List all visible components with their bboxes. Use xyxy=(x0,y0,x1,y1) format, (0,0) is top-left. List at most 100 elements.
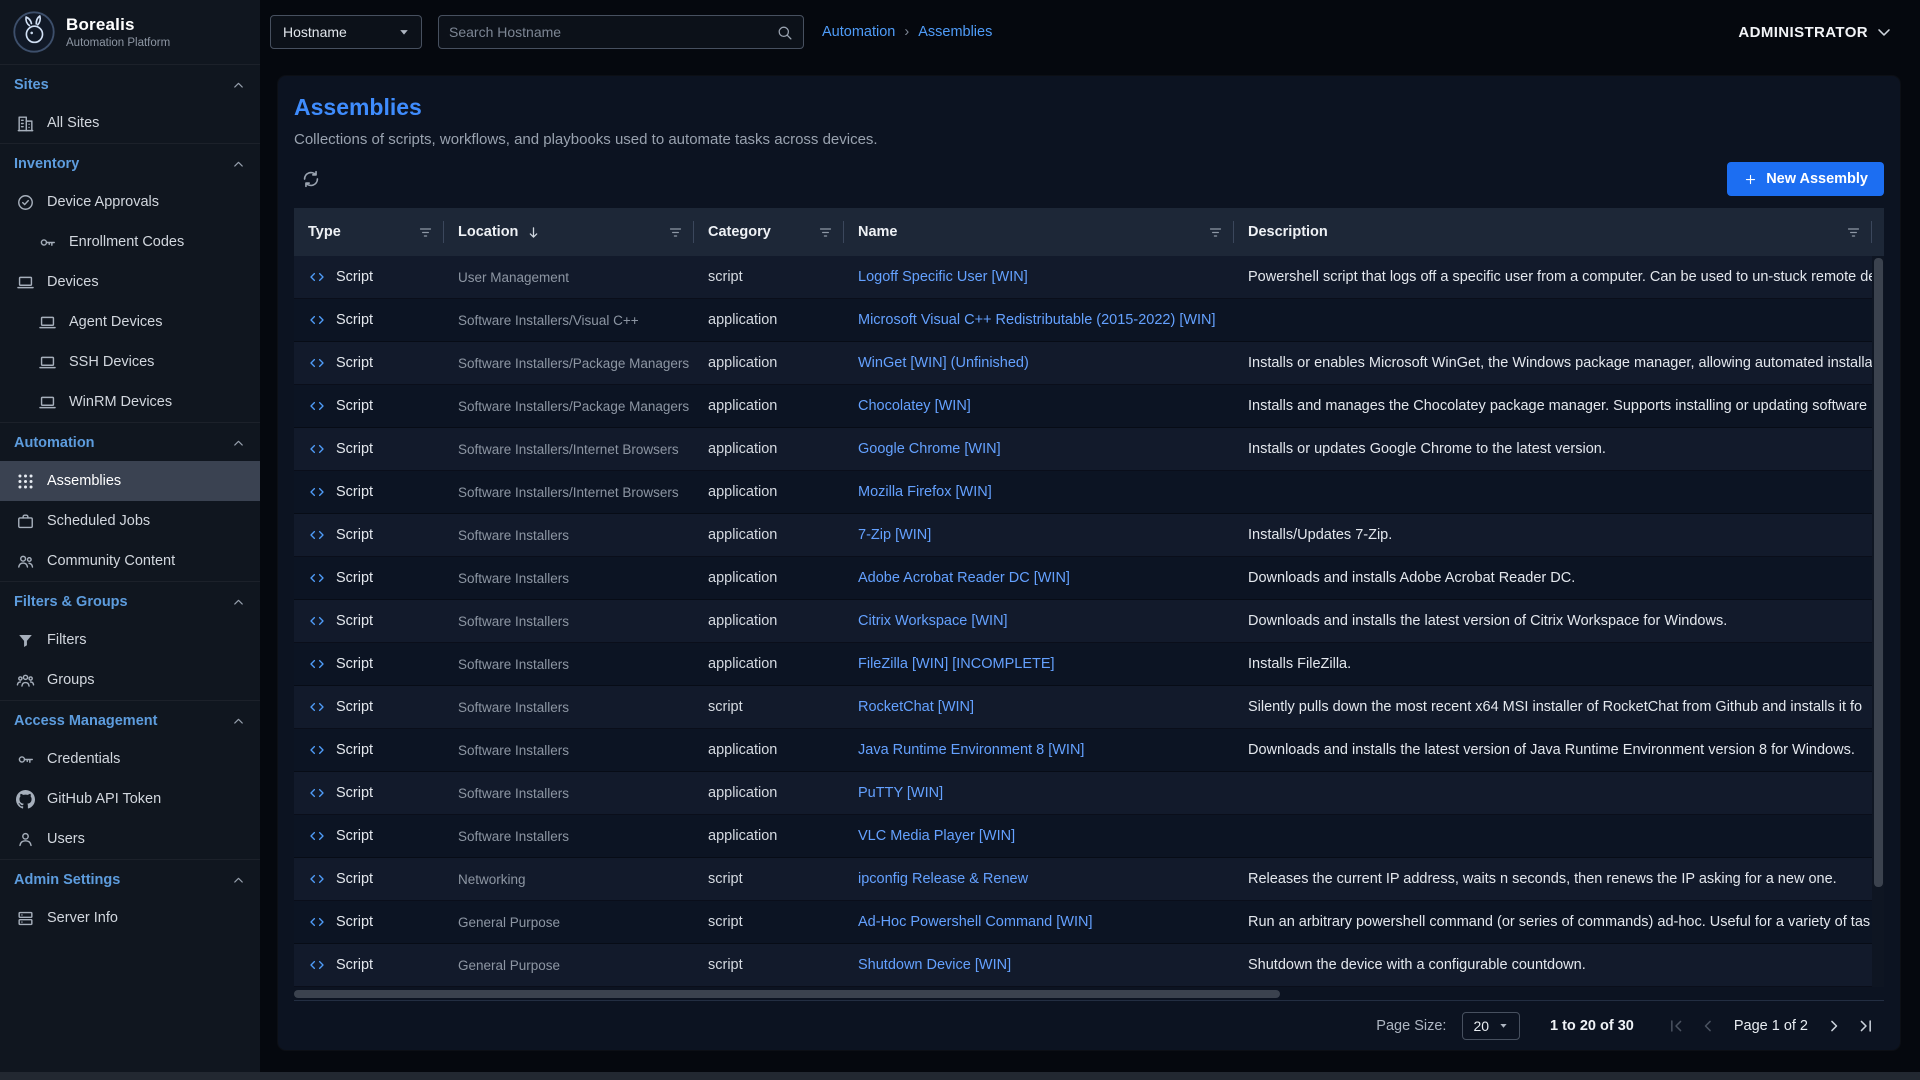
cell-description: Silently pulls down the most recent x64 … xyxy=(1234,699,1872,715)
sidebar-item-enrollment-codes[interactable]: Enrollment Codes xyxy=(0,222,260,262)
table-row[interactable]: ScriptSoftware InstallersapplicationFile… xyxy=(294,643,1872,686)
column-header-description[interactable]: Description xyxy=(1234,208,1872,256)
table-row[interactable]: ScriptSoftware Installers/Package Manage… xyxy=(294,385,1872,428)
table-row[interactable]: ScriptSoftware Installers/Internet Brows… xyxy=(294,471,1872,514)
assembly-link[interactable]: ipconfig Release & Renew xyxy=(858,871,1028,887)
sidebar-item-users[interactable]: Users xyxy=(0,819,260,859)
column-header-name[interactable]: Name xyxy=(844,208,1234,256)
table-row[interactable]: ScriptSoftware InstallersscriptRocketCha… xyxy=(294,686,1872,729)
table-row[interactable]: ScriptSoftware Installers/Internet Brows… xyxy=(294,428,1872,471)
cell-type: Script xyxy=(294,956,444,974)
assembly-link[interactable]: FileZilla [WIN] [INCOMPLETE] xyxy=(858,656,1055,672)
table-row[interactable]: ScriptSoftware InstallersapplicationCitr… xyxy=(294,600,1872,643)
sidebar-item-devices[interactable]: Devices xyxy=(0,262,260,302)
sidebar-item-credentials[interactable]: Credentials xyxy=(0,739,260,779)
prev-page-button[interactable] xyxy=(1698,1016,1718,1036)
table-row[interactable]: ScriptGeneral PurposescriptShutdown Devi… xyxy=(294,944,1872,987)
sidebar-item-ssh-devices[interactable]: SSH Devices xyxy=(0,342,260,382)
search-input[interactable] xyxy=(449,24,776,40)
sidebar-section-header-sites[interactable]: Sites xyxy=(0,65,260,103)
table-row[interactable]: ScriptUser ManagementscriptLogoff Specif… xyxy=(294,256,1872,299)
code-icon xyxy=(308,397,326,415)
user-menu[interactable]: ADMINISTRATOR xyxy=(1738,22,1894,42)
sidebar-item-assemblies[interactable]: Assemblies xyxy=(0,461,260,501)
page-size-select[interactable]: 20 xyxy=(1462,1012,1520,1040)
assembly-link[interactable]: Shutdown Device [WIN] xyxy=(858,957,1011,973)
column-label: Description xyxy=(1248,224,1328,240)
table-row[interactable]: Script Software Installers/Package Manage… xyxy=(294,342,1872,385)
table-row[interactable]: ScriptSoftware InstallersapplicationPuTT… xyxy=(294,772,1872,815)
assembly-link[interactable]: Google Chrome [WIN] xyxy=(858,441,1001,457)
sidebar-section-header-filters-groups[interactable]: Filters & Groups xyxy=(0,582,260,620)
hostname-select[interactable]: Hostname xyxy=(270,15,422,49)
assembly-link[interactable]: Citrix Workspace [WIN] xyxy=(858,613,1008,629)
column-filter-icon[interactable] xyxy=(1207,224,1224,241)
scrollbar-thumb[interactable] xyxy=(1874,258,1883,887)
sidebar-item-all-sites[interactable]: All Sites xyxy=(0,103,260,143)
cell-location: Software Installers/Package Managers xyxy=(444,356,694,371)
sidebar-section-access-management: Access ManagementCredentialsGitHub API T… xyxy=(0,700,260,859)
assembly-link[interactable]: 7-Zip [WIN] xyxy=(858,527,931,543)
sidebar-item-device-approvals[interactable]: Device Approvals xyxy=(0,182,260,222)
page-indicator: Page 1 of 2 xyxy=(1734,1018,1808,1034)
next-page-button[interactable] xyxy=(1824,1016,1844,1036)
sidebar-section-header-inventory[interactable]: Inventory xyxy=(0,144,260,182)
assembly-link[interactable]: Logoff Specific User [WIN] xyxy=(858,269,1028,285)
column-filter-icon[interactable] xyxy=(1845,224,1862,241)
assembly-link[interactable]: Ad-Hoc Powershell Command [WIN] xyxy=(858,914,1093,930)
sidebar-item-groups[interactable]: Groups xyxy=(0,660,260,700)
last-page-button[interactable] xyxy=(1856,1016,1876,1036)
sidebar-section-header-access-management[interactable]: Access Management xyxy=(0,701,260,739)
sidebar-item-github-api-token[interactable]: GitHub API Token xyxy=(0,779,260,819)
assembly-link[interactable]: Java Runtime Environment 8 [WIN] xyxy=(858,742,1084,758)
code-icon xyxy=(308,741,326,759)
scrollbar-track[interactable] xyxy=(1872,256,1884,987)
assembly-link[interactable]: VLC Media Player [WIN] xyxy=(858,828,1015,844)
table-row[interactable]: ScriptSoftware InstallersapplicationAdob… xyxy=(294,557,1872,600)
column-filter-icon[interactable] xyxy=(817,224,834,241)
sidebar-item-label: All Sites xyxy=(47,115,99,131)
table-row[interactable]: ScriptSoftware Installers/Visual C++appl… xyxy=(294,299,1872,342)
refresh-button[interactable] xyxy=(300,168,322,190)
first-page-button[interactable] xyxy=(1666,1016,1686,1036)
scrollbar-thumb[interactable] xyxy=(294,990,1280,998)
cell-name: Chocolatey [WIN] xyxy=(844,397,1234,415)
window-scrollbar[interactable] xyxy=(0,1072,1920,1080)
sidebar-item-scheduled-jobs[interactable]: Scheduled Jobs xyxy=(0,501,260,541)
column-header-location[interactable]: Location xyxy=(444,208,694,256)
table-horizontal-scrollbar[interactable] xyxy=(294,989,1884,999)
table-row[interactable]: ScriptSoftware InstallersapplicationVLC … xyxy=(294,815,1872,858)
cell-description: Installs or enables Microsoft WinGet, th… xyxy=(1234,355,1872,371)
type-label: Script xyxy=(336,355,373,371)
column-filter-icon[interactable] xyxy=(417,224,434,241)
assembly-link[interactable]: PuTTY [WIN] xyxy=(858,785,943,801)
table-body: ScriptUser ManagementscriptLogoff Specif… xyxy=(294,256,1872,987)
sidebar-item-community-content[interactable]: Community Content xyxy=(0,541,260,581)
column-header-type[interactable]: Type xyxy=(294,208,444,256)
breadcrumb-item-assemblies[interactable]: Assemblies xyxy=(918,24,992,40)
assembly-link[interactable]: WinGet [WIN] (Unfinished) xyxy=(858,355,1029,371)
breadcrumb-item-automation[interactable]: Automation xyxy=(822,24,895,40)
sidebar-section-header-automation[interactable]: Automation xyxy=(0,423,260,461)
table-row[interactable]: ScriptGeneral PurposescriptAd-Hoc Powers… xyxy=(294,901,1872,944)
column-filter-icon[interactable] xyxy=(667,224,684,241)
sidebar-section-header-admin-settings[interactable]: Admin Settings xyxy=(0,860,260,898)
code-icon xyxy=(308,698,326,716)
table-row[interactable]: ScriptNetworkingscriptipconfig Release &… xyxy=(294,858,1872,901)
cell-description: Powershell script that logs off a specif… xyxy=(1234,269,1872,285)
assembly-link[interactable]: Microsoft Visual C++ Redistributable (20… xyxy=(858,312,1216,328)
assembly-link[interactable]: Mozilla Firefox [WIN] xyxy=(858,484,992,500)
sidebar-item-filters[interactable]: Filters xyxy=(0,620,260,660)
table-row[interactable]: ScriptSoftware InstallersapplicationJava… xyxy=(294,729,1872,772)
sidebar-item-agent-devices[interactable]: Agent Devices xyxy=(0,302,260,342)
assembly-link[interactable]: RocketChat [WIN] xyxy=(858,699,974,715)
sidebar-item-server-info[interactable]: Server Info xyxy=(0,898,260,938)
assembly-link[interactable]: Chocolatey [WIN] xyxy=(858,398,971,414)
new-assembly-button[interactable]: New Assembly xyxy=(1727,162,1884,196)
table-vertical-scrollbar[interactable] xyxy=(1872,208,1884,987)
type-label: Script xyxy=(336,656,373,672)
sidebar-item-winrm-devices[interactable]: WinRM Devices xyxy=(0,382,260,422)
assembly-link[interactable]: Adobe Acrobat Reader DC [WIN] xyxy=(858,570,1070,586)
column-header-category[interactable]: Category xyxy=(694,208,844,256)
table-row[interactable]: ScriptSoftware Installersapplication7-Zi… xyxy=(294,514,1872,557)
